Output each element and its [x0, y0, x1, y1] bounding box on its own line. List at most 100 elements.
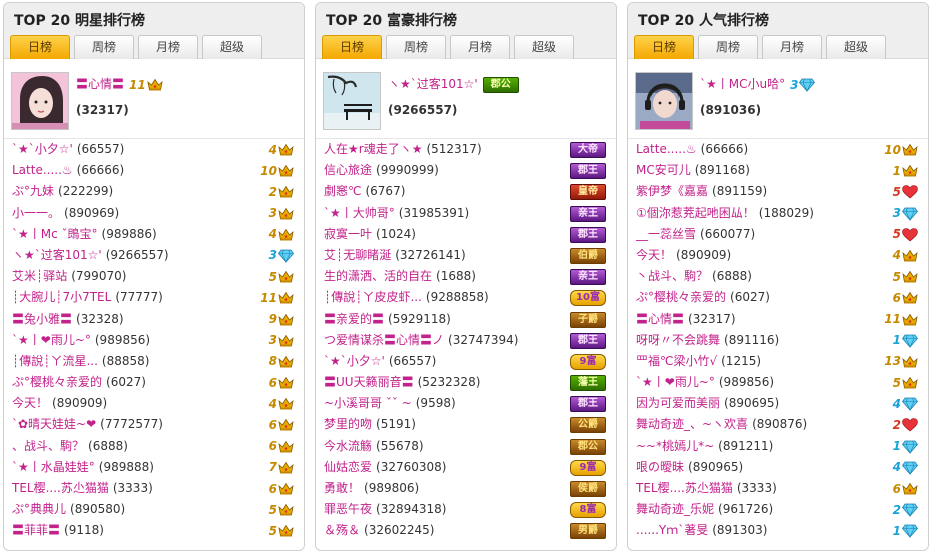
- top-user-name[interactable]: 〓心情〓 11: [76, 75, 163, 92]
- top-user-name[interactable]: ヽ★`过客101☆' 郡公: [388, 75, 519, 93]
- top-ranked-entry[interactable]: `★丨MC小u哈° 3 (891036): [628, 65, 928, 139]
- ranking-row[interactable]: 生的潇洒、活的自在 (1688) 亲王: [316, 266, 616, 287]
- ranking-row[interactable]: ┊傳說┊ㄚ流星... (88858) 8: [4, 351, 304, 372]
- ranking-row[interactable]: ヽ★`过客101☆' (9266557) 3: [4, 245, 304, 266]
- ranking-row[interactable]: 〓亲爱的〓 (5929118) 子爵: [316, 309, 616, 330]
- user-name[interactable]: ┊傳說┊ㄚ流星...: [12, 354, 98, 368]
- user-name[interactable]: 今水流觞: [324, 439, 372, 453]
- user-name[interactable]: __一蕊丝雪: [636, 227, 696, 241]
- user-name[interactable]: 呀呀〃不会跳舞: [636, 333, 720, 347]
- ranking-row[interactable]: 信心旅途 (9990999) 郡王: [316, 160, 616, 181]
- user-name[interactable]: 梦里的吻: [324, 417, 372, 431]
- ranking-row[interactable]: 紫伊梦《嘉嘉 (891159) 5: [628, 181, 928, 202]
- user-name[interactable]: Latte.....♨: [636, 142, 697, 156]
- user-name[interactable]: 今天！: [12, 396, 48, 410]
- ranking-row[interactable]: ぷ°樱桃々亲爱的 (6027) 6: [628, 287, 928, 308]
- ranking-row[interactable]: 〓菲菲〓 (9118) 5: [4, 520, 304, 541]
- user-name[interactable]: ┊傳說┊ㄚ皮皮虾...: [324, 290, 422, 304]
- avatar[interactable]: [323, 72, 381, 130]
- ranking-row[interactable]: `✿晴天娃娃~❤ (7772577) 6: [4, 414, 304, 435]
- user-name[interactable]: 〓亲爱的〓: [324, 312, 384, 326]
- ranking-row[interactable]: `★丨❤雨儿~° (989856) 5: [628, 372, 928, 393]
- top-ranked-entry[interactable]: ヽ★`过客101☆' 郡公 (9266557): [316, 65, 616, 139]
- ranking-row[interactable]: 舞动奇迹_乐妮 (961726) 2: [628, 499, 928, 520]
- user-name[interactable]: ぷ°九妹: [12, 184, 54, 198]
- user-name[interactable]: TEL樱....苏尐猫猫: [636, 481, 733, 495]
- ranking-row[interactable]: ぷ°樱桃々亲爱的 (6027) 6: [4, 372, 304, 393]
- ranking-row[interactable]: 寂寞一叶 (1024) 郡王: [316, 224, 616, 245]
- user-name[interactable]: 艾米┊驿站: [12, 269, 67, 283]
- user-name[interactable]: ~~*桃嫣儿*~: [636, 439, 714, 453]
- avatar[interactable]: [635, 72, 693, 130]
- tab-super[interactable]: 超级: [202, 35, 262, 59]
- ranking-row[interactable]: 〓心情〓 (32317) 11: [628, 309, 928, 330]
- ranking-row[interactable]: ぷ°典典儿 (890580) 5: [4, 499, 304, 520]
- user-name[interactable]: ＆殇＆: [324, 523, 360, 537]
- top-user-name-text[interactable]: ヽ★`过客101☆': [388, 77, 478, 91]
- user-name[interactable]: 信心旅途: [324, 163, 372, 177]
- ranking-row[interactable]: 今天！ (890909) 4: [4, 393, 304, 414]
- user-name[interactable]: 舞动奇迹_乐妮: [636, 502, 714, 516]
- user-name[interactable]: ぷ°典典儿: [12, 502, 66, 516]
- user-name[interactable]: 〓心情〓: [636, 312, 684, 326]
- tab-monthly[interactable]: 月榜: [762, 35, 822, 59]
- ranking-row[interactable]: 小一一。 (890969) 3: [4, 203, 304, 224]
- user-name[interactable]: 舞动奇迹_、~ヽ欢喜: [636, 417, 748, 431]
- ranking-row[interactable]: 今水流觞 (55678) 郡公: [316, 436, 616, 457]
- ranking-row[interactable]: 人在★r魂走了ヽ★ (512317) 大帝: [316, 139, 616, 160]
- tab-weekly[interactable]: 周榜: [386, 35, 446, 59]
- user-name[interactable]: TEL樱....苏尐猫猫: [12, 481, 109, 495]
- ranking-row[interactable]: TEL樱....苏尐猫猫 (3333) 6: [4, 478, 304, 499]
- ranking-row[interactable]: 艾┊无聊睹涎 (32726141) 伯爵: [316, 245, 616, 266]
- user-name[interactable]: `★丨❤雨儿~°: [12, 333, 91, 347]
- ranking-row[interactable]: Latte.....♨ (66666) 10: [628, 139, 928, 160]
- ranking-row[interactable]: ①個沵惹茺起吔困厸！ (188029) 3: [628, 203, 928, 224]
- ranking-row[interactable]: 仙姑恋爱 (32760308) 9富: [316, 457, 616, 478]
- user-name[interactable]: 勇敢！: [324, 481, 360, 495]
- user-name[interactable]: `★丨Mc ˇ鵖宝°: [12, 227, 98, 241]
- ranking-row[interactable]: `★丨Mc ˇ鵖宝° (989886) 4: [4, 224, 304, 245]
- ranking-row[interactable]: 勇敢！ (989806) 侯爵: [316, 478, 616, 499]
- ranking-row[interactable]: 舞动奇迹_、~ヽ欢喜 (890876) 2: [628, 414, 928, 435]
- user-name[interactable]: 、战斗、駒？: [12, 439, 84, 453]
- user-name[interactable]: 劇窸℃: [324, 184, 361, 198]
- user-name[interactable]: 〓菲菲〓: [12, 523, 60, 537]
- ranking-row[interactable]: ......Yｍ`著旻 (891303) 1: [628, 520, 928, 541]
- ranking-row[interactable]: ~~*桃嫣儿*~ (891211) 1: [628, 436, 928, 457]
- user-name[interactable]: `★丨大帅哥°: [324, 206, 395, 220]
- user-name[interactable]: 艾┊无聊睹涎: [324, 248, 391, 262]
- user-name[interactable]: 〓UU天籁丽音〓: [324, 375, 414, 389]
- avatar[interactable]: [11, 72, 69, 130]
- ranking-row[interactable]: MC安可儿 (891168) 1: [628, 160, 928, 181]
- ranking-row[interactable]: 罪恶午夜 (32894318) 8富: [316, 499, 616, 520]
- tab-monthly[interactable]: 月榜: [138, 35, 198, 59]
- tab-daily[interactable]: 日榜: [634, 35, 694, 59]
- user-name[interactable]: `★`小夕☆': [12, 142, 73, 156]
- user-name[interactable]: 寂寞一叶: [324, 227, 372, 241]
- ranking-row[interactable]: `★丨大帅哥° (31985391) 亲王: [316, 203, 616, 224]
- user-name[interactable]: 今天！: [636, 248, 672, 262]
- user-name[interactable]: 人在★r魂走了ヽ★: [324, 142, 422, 156]
- user-name[interactable]: 生的潇洒、活的自在: [324, 269, 432, 283]
- user-name[interactable]: ぷ°樱桃々亲爱的: [636, 290, 726, 304]
- user-name[interactable]: MC安可儿: [636, 163, 691, 177]
- user-name[interactable]: 〓兔小雅〓: [12, 312, 72, 326]
- user-name[interactable]: 罒福℃梁小竹√: [636, 354, 717, 368]
- tab-weekly[interactable]: 周榜: [698, 35, 758, 59]
- top-user-name[interactable]: `★丨MC小u哈° 3: [700, 75, 816, 92]
- user-name[interactable]: 丶战斗、駒？: [636, 269, 708, 283]
- user-name[interactable]: ヽ★`过客101☆': [12, 248, 102, 262]
- user-name[interactable]: ┊大腕儿┊7小7TEL: [12, 290, 111, 304]
- ranking-row[interactable]: 、战斗、駒？ (6888) 6: [4, 436, 304, 457]
- tab-weekly[interactable]: 周榜: [74, 35, 134, 59]
- ranking-row[interactable]: `★丨❤雨儿~° (989856) 3: [4, 330, 304, 351]
- top-user-name-text[interactable]: 〓心情〓: [76, 77, 124, 91]
- tab-super[interactable]: 超级: [826, 35, 886, 59]
- ranking-row[interactable]: 〓兔小雅〓 (32328) 9: [4, 309, 304, 330]
- tab-daily[interactable]: 日榜: [322, 35, 382, 59]
- ranking-row[interactable]: 哏の曖昧 (890965) 4: [628, 457, 928, 478]
- ranking-row[interactable]: 罒福℃梁小竹√ (1215) 13: [628, 351, 928, 372]
- user-name[interactable]: 紫伊梦《嘉嘉: [636, 184, 708, 198]
- user-name[interactable]: 小一一。: [12, 206, 60, 220]
- user-name[interactable]: Latte.....♨: [12, 163, 73, 177]
